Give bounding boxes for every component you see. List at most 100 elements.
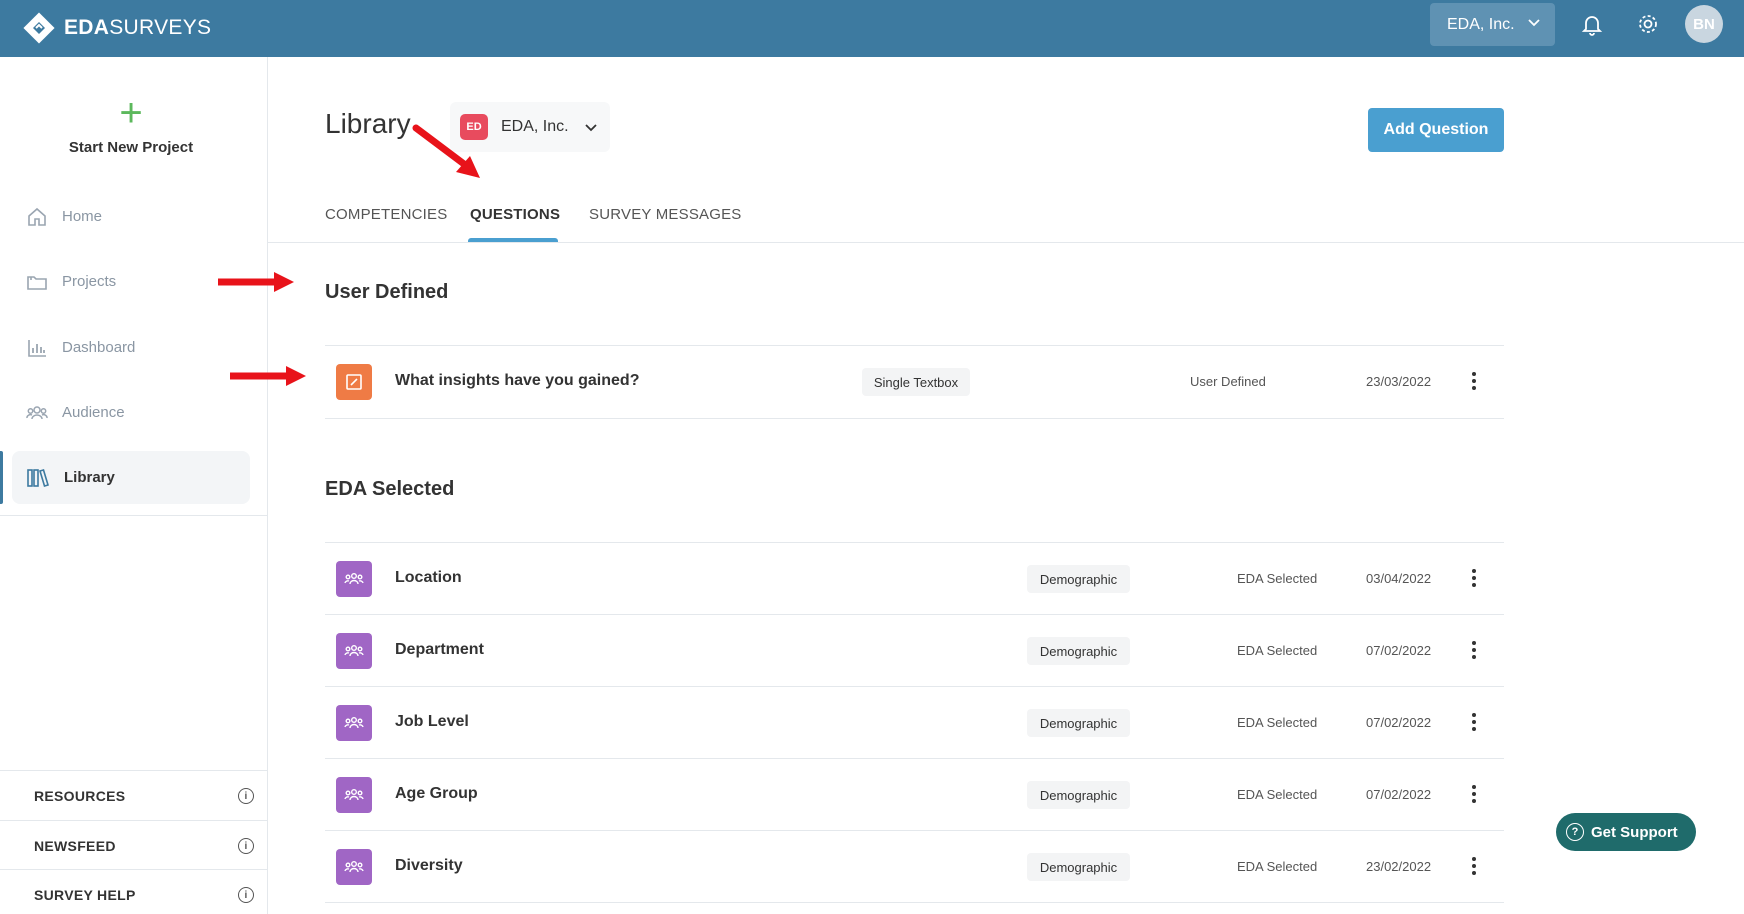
question-title: Location (395, 569, 462, 586)
question-title: Department (395, 641, 484, 658)
get-support-button[interactable]: ? Get Support (1556, 813, 1696, 851)
start-new-project-label: Start New Project (68, 139, 194, 156)
question-title: Age Group (395, 785, 478, 802)
question-title: Job Level (395, 713, 469, 730)
sidebar-item-label: Home (62, 208, 103, 225)
table-row[interactable]: What insights have you gained? Single Te… (325, 346, 1504, 418)
question-type-badge: Demographic (1027, 853, 1130, 881)
kebab-menu-icon[interactable] (1469, 851, 1479, 881)
question-title: What insights have you gained? (395, 372, 640, 389)
sidebar-item-home[interactable]: Home (12, 190, 250, 243)
page-title: Library (325, 108, 411, 139)
gear-icon[interactable] (1636, 12, 1660, 36)
sidebar-footer-survey-help[interactable]: SURVEY HELP i (0, 869, 268, 914)
sidebar-item-label: Projects (62, 273, 117, 290)
question-type-badge: Demographic (1027, 565, 1130, 593)
sidebar-footer-resources[interactable]: RESOURCES i (0, 770, 268, 820)
question-source: EDA Selected (1237, 715, 1318, 730)
info-icon[interactable]: i (238, 838, 254, 854)
table-row[interactable]: Age Group Demographic EDA Selected 07/02… (325, 759, 1504, 831)
survey-help-label: SURVEY HELP (34, 886, 136, 903)
question-title: Diversity (395, 857, 463, 874)
sidebar-footer-newsfeed[interactable]: NEWSFEED i (0, 820, 268, 870)
question-type-badge: Demographic (1027, 781, 1130, 809)
question-date: 23/02/2022 (1366, 859, 1432, 874)
row-divider (325, 902, 1504, 903)
bell-icon[interactable] (1580, 12, 1604, 36)
library-icon (27, 468, 49, 487)
row-divider (325, 418, 1504, 419)
folder-icon (27, 275, 47, 290)
people-icon (26, 405, 48, 419)
resources-label: RESOURCES (34, 787, 126, 804)
table-row[interactable]: Department Demographic EDA Selected 07/0… (325, 615, 1504, 687)
tab-competencies[interactable]: COMPETENCIES (325, 206, 447, 223)
info-icon[interactable]: i (238, 887, 254, 903)
sidebar-item-audience[interactable]: Audience (12, 386, 250, 439)
question-type-badge: Single Textbox (862, 368, 970, 396)
question-type-badge: Demographic (1027, 637, 1130, 665)
sidebar-item-label: Library (64, 469, 115, 486)
chart-icon (28, 339, 46, 357)
home-icon (28, 207, 46, 226)
question-date: 07/02/2022 (1366, 715, 1432, 730)
org-select-label: EDA, Inc. (1447, 15, 1515, 33)
annotation-arrow-icon (218, 272, 294, 292)
chevron-down-icon (1528, 19, 1540, 27)
people-icon (336, 633, 372, 669)
table-row[interactable]: Location Demographic EDA Selected 03/04/… (325, 543, 1504, 615)
user-avatar[interactable]: BN (1685, 5, 1723, 43)
tab-survey-messages[interactable]: SURVEY MESSAGES (589, 206, 742, 223)
question-source: User Defined (1190, 374, 1266, 389)
question-type-badge: Demographic (1027, 709, 1130, 737)
edit-textbox-icon (336, 364, 372, 400)
kebab-menu-icon[interactable] (1469, 366, 1479, 396)
section-title-user-defined: User Defined (325, 281, 449, 303)
get-support-label: Get Support (1591, 823, 1678, 841)
top-bar: EDASURVEYS EDA, Inc. BN (0, 0, 1744, 57)
brand-logo[interactable]: EDASURVEYS (22, 8, 211, 48)
question-source: EDA Selected (1237, 787, 1318, 802)
question-date: 03/04/2022 (1366, 571, 1432, 586)
kebab-menu-icon[interactable] (1469, 707, 1479, 737)
sidebar-item-dashboard[interactable]: Dashboard (12, 321, 250, 374)
table-row[interactable]: Diversity Demographic EDA Selected 23/02… (325, 831, 1504, 903)
annotation-arrow-icon (412, 124, 480, 178)
chevron-down-icon (584, 124, 597, 132)
brand-name: EDASURVEYS (64, 16, 212, 39)
sidebar-item-library[interactable]: Library (12, 451, 250, 504)
active-indicator (0, 451, 3, 504)
question-source: EDA Selected (1237, 859, 1318, 874)
info-icon[interactable]: i (238, 788, 254, 804)
people-icon (336, 561, 372, 597)
newsfeed-label: NEWSFEED (34, 837, 116, 854)
people-icon (336, 777, 372, 813)
kebab-menu-icon[interactable] (1469, 635, 1479, 665)
people-icon (336, 705, 372, 741)
add-question-button[interactable]: Add Question (1368, 108, 1504, 152)
question-source: EDA Selected (1237, 571, 1318, 586)
section-title-eda-selected: EDA Selected (325, 478, 455, 500)
org-select-dropdown[interactable]: EDA, Inc. (1430, 3, 1555, 46)
plus-icon: + (119, 91, 143, 135)
tabs-divider (268, 242, 1744, 243)
tab-questions[interactable]: QUESTIONS (470, 206, 560, 223)
kebab-menu-icon[interactable] (1469, 779, 1479, 809)
sidebar-item-label: Audience (62, 404, 125, 421)
annotation-arrow-icon (230, 366, 306, 386)
question-date: 07/02/2022 (1366, 787, 1432, 802)
diamond-logo-icon (23, 12, 55, 44)
question-date: 23/03/2022 (1366, 374, 1432, 389)
library-org-label: EDA, Inc. (501, 118, 569, 135)
people-icon (336, 849, 372, 885)
sidebar-divider (0, 515, 268, 516)
start-new-project-button[interactable]: + Start New Project (0, 91, 262, 156)
kebab-menu-icon[interactable] (1469, 563, 1479, 593)
question-mark-icon: ? (1566, 823, 1584, 841)
question-source: EDA Selected (1237, 643, 1318, 658)
question-date: 07/02/2022 (1366, 643, 1432, 658)
sidebar-item-projects[interactable]: Projects (12, 255, 250, 308)
table-row[interactable]: Job Level Demographic EDA Selected 07/02… (325, 687, 1504, 759)
sidebar: + Start New Project Home Projects Dashbo… (0, 57, 268, 914)
sidebar-item-label: Dashboard (62, 339, 136, 356)
